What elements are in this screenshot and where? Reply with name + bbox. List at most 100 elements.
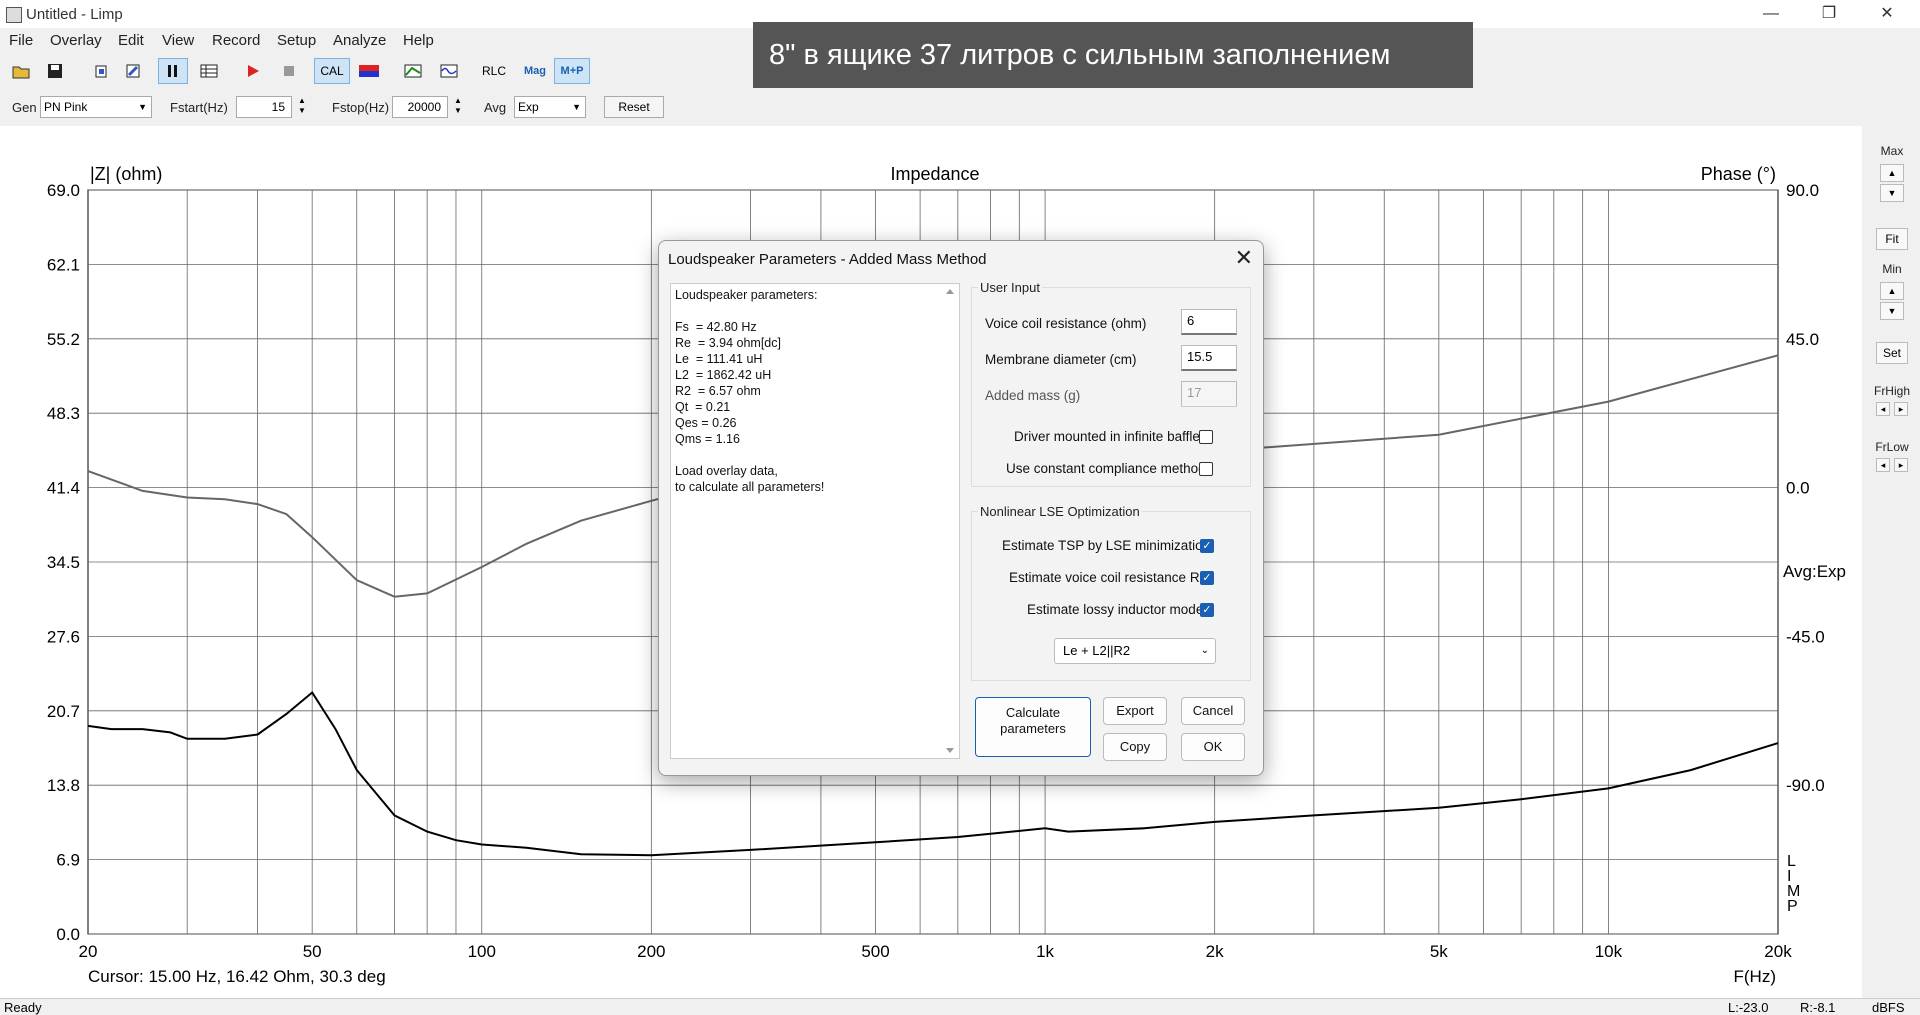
y-tick-label: 55.2 [47,330,80,349]
save-icon[interactable] [40,58,70,84]
y2-tick-label: -90.0 [1786,776,1825,795]
estimate-re-checkbox[interactable]: ✓ [1200,571,1214,585]
frhigh-left-button[interactable]: ◂ [1876,402,1890,416]
calculate-label-1: Calculate [1005,705,1061,720]
x-tick-label: 100 [468,942,496,961]
y-tick-label: 48.3 [47,404,80,423]
constant-compliance-label: Use constant compliance method [1006,461,1206,476]
y2-tick-label: -45.0 [1786,627,1825,646]
lossy-inductor-checkbox[interactable]: ✓ [1200,603,1214,617]
y-axis-label: |Z| (ohm) [90,164,162,184]
infinite-baffle-label: Driver mounted in infinite baffle [1014,429,1200,444]
infinite-baffle-checkbox[interactable] [1199,430,1213,444]
result-line: Fs = 42.80 Hz [675,320,757,334]
play-icon[interactable] [238,58,268,84]
x-tick-label: 2k [1206,942,1224,961]
restore-button[interactable]: ❐ [1806,0,1852,28]
estimate-re-label: Estimate voice coil resistance Re [1009,570,1208,585]
fstop-spinner[interactable]: ▲ ▼ [450,96,466,118]
status-bar: Ready L:-23.0 R:-8.1 dBFS [0,998,1920,1015]
menu-setup[interactable]: Setup [277,32,316,49]
fit-button[interactable]: Fit [1876,228,1908,250]
waterfall-icon[interactable] [398,58,428,84]
menu-record[interactable]: Record [212,32,260,49]
fstop-label: Fstop(Hz) [332,100,390,115]
avg-select[interactable]: Exp ▼ [514,96,586,118]
y-tick-label: 0.0 [56,925,80,944]
export-button[interactable]: Export [1103,697,1167,725]
close-window-button[interactable]: ✕ [1864,0,1910,28]
min-down-button[interactable]: ▼ [1880,302,1904,320]
fstart-input[interactable]: 15 [236,96,292,118]
wizard-icon[interactable] [118,58,148,84]
status-unit: dBFS [1872,1000,1905,1015]
calculate-label-2: parameters [1000,721,1066,736]
frlow-right-button[interactable]: ▸ [1894,458,1908,472]
dialog-close-button[interactable]: ✕ [1235,245,1253,271]
calculate-parameters-button[interactable]: Calculate parameters [975,697,1091,757]
menu-view[interactable]: View [162,32,194,49]
y-tick-label: 13.8 [47,776,80,795]
frlow-left-button[interactable]: ◂ [1876,458,1890,472]
fstop-input[interactable]: 20000 [392,96,448,118]
result-line: R2 = 6.57 ohm [675,384,761,398]
y-tick-label: 34.5 [47,553,80,572]
menu-analyze[interactable]: Analyze [333,32,386,49]
mag-button[interactable]: Mag [518,58,552,84]
copy-button[interactable]: Copy [1103,733,1167,761]
channel-icon[interactable] [354,58,384,84]
added-mass-input[interactable]: 17 [1181,381,1237,407]
max-up-button[interactable]: ▲ [1880,164,1904,182]
inductor-model-select[interactable]: Le + L2||R2 ⌄ [1054,638,1216,664]
minimize-button[interactable]: — [1748,0,1794,28]
copy-icon[interactable] [86,58,116,84]
menu-help[interactable]: Help [403,32,434,49]
status-right-level: R:-8.1 [1800,1000,1836,1015]
x-tick-label: 50 [303,942,322,961]
result-line: Qms = 1.16 [675,432,740,446]
results-textbox[interactable]: Loudspeaker parameters: Fs = 42.80 Hz Re… [670,283,960,759]
fstart-spinner[interactable]: ▲ ▼ [294,96,310,118]
reset-button[interactable]: Reset [604,96,664,118]
avg-mode-label: Avg:Exp [1783,562,1846,581]
voice-coil-input[interactable]: 6 [1181,309,1237,335]
y2-tick-label: 90.0 [1786,181,1819,200]
max-down-button[interactable]: ▼ [1880,184,1904,202]
gen-select-value: PN Pink [44,100,88,114]
status-left-level: L:-23.0 [1728,1000,1769,1015]
cal-button[interactable]: CAL [314,58,350,84]
y-tick-label: 6.9 [56,851,80,870]
result-line: Qt = 0.21 [675,400,731,414]
lossy-inductor-label: Estimate lossy inductor model [1027,602,1207,617]
y-tick-label: 20.7 [47,702,80,721]
table-icon[interactable] [194,58,224,84]
open-folder-icon[interactable] [6,58,36,84]
frhigh-right-button[interactable]: ▸ [1894,402,1908,416]
gen-select[interactable]: PN Pink ▼ [40,96,152,118]
result-line: Re = 3.94 ohm[dc] [675,336,781,350]
result-line: Load overlay data, [675,464,778,478]
stop-icon[interactable] [274,58,304,84]
mag-phase-button[interactable]: M+P [554,58,590,84]
min-up-button[interactable]: ▲ [1880,282,1904,300]
set-button[interactable]: Set [1876,342,1908,364]
results-scrollbar[interactable] [941,284,959,758]
pause-icon[interactable] [158,58,188,84]
menu-overlay[interactable]: Overlay [50,32,102,49]
added-mass-label: Added mass (g) [985,388,1081,403]
membrane-diameter-input[interactable]: 15.5 [1181,345,1237,371]
menu-edit[interactable]: Edit [118,32,144,49]
menu-file[interactable]: File [9,32,33,49]
rlc-button[interactable]: RLC [476,58,512,84]
user-input-label: User Input [978,280,1042,295]
frhigh-label: FrHigh [1873,384,1910,398]
overlay-caption: 8" в ящике 37 литров с сильным заполнени… [753,22,1473,88]
ok-button[interactable]: OK [1181,733,1245,761]
cancel-button[interactable]: Cancel [1181,697,1245,725]
constant-compliance-checkbox[interactable] [1199,462,1213,476]
estimate-tsp-checkbox[interactable]: ✓ [1200,539,1214,553]
oscilloscope-icon[interactable] [434,58,464,84]
result-line: Qes = 0.26 [675,416,737,430]
scale-panel: Max ▲ ▼ Fit Min ▲ ▼ Set FrHigh ◂ ▸ FrLow… [1864,126,1920,998]
status-ready: Ready [4,1000,42,1015]
